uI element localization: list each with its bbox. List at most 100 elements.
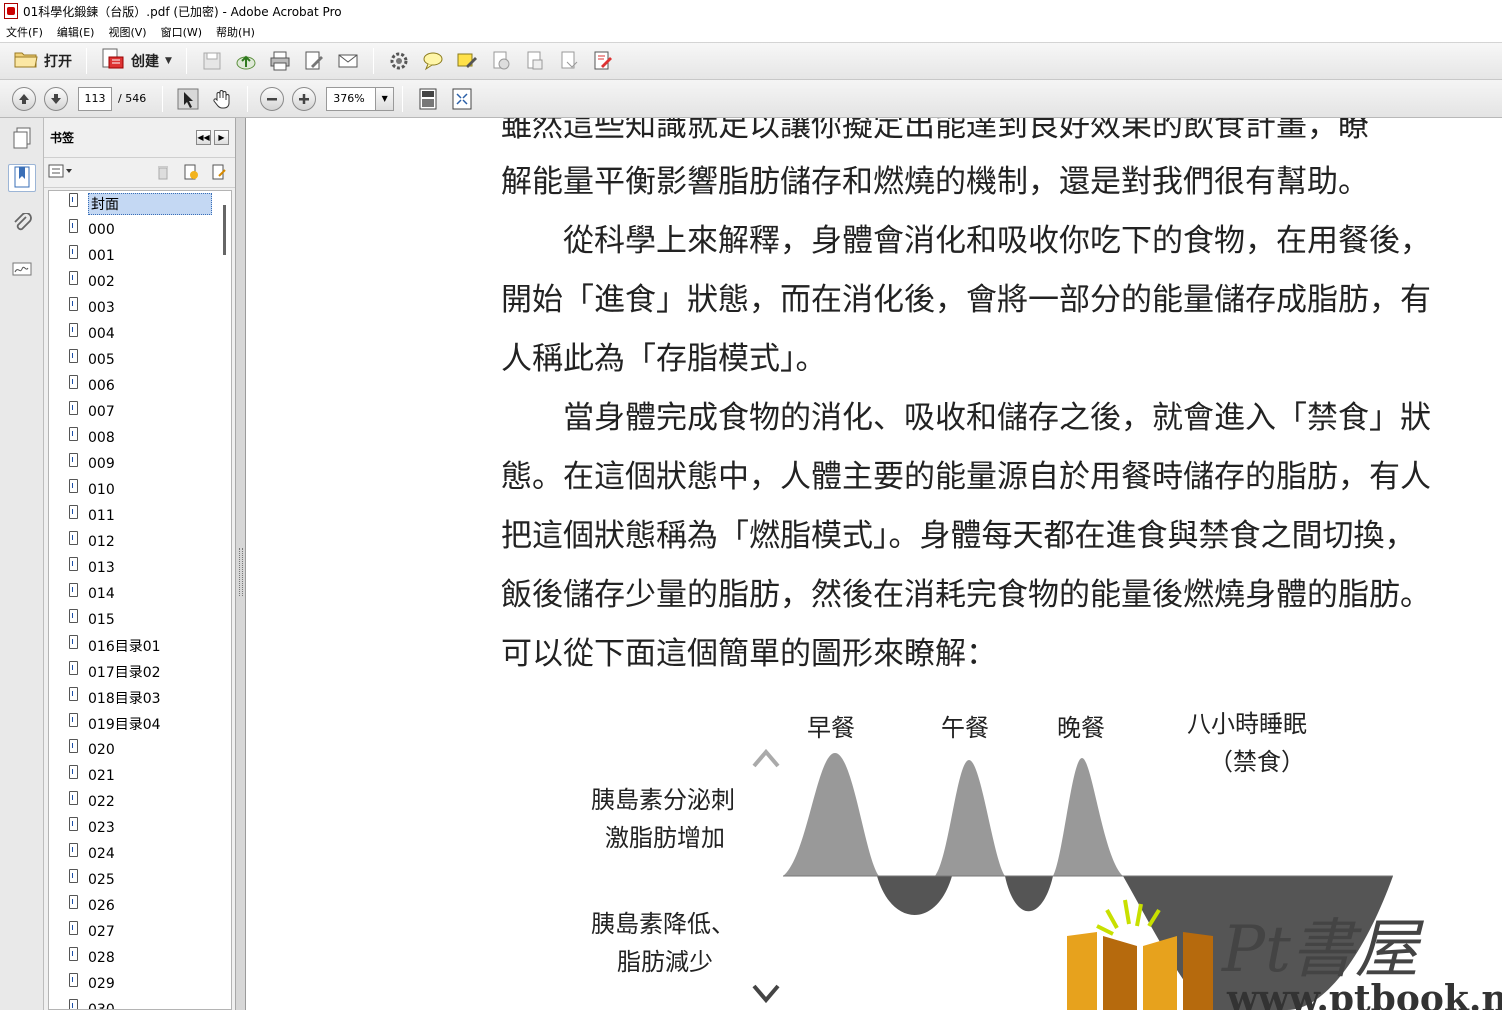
review-icon[interactable]	[592, 50, 614, 72]
bookmark-item[interactable]: 003	[49, 295, 231, 321]
bookmark-icon	[69, 895, 78, 909]
bookmark-item[interactable]: 001	[49, 243, 231, 269]
highlight-icon[interactable]	[456, 50, 478, 72]
zoom-out-button[interactable]	[260, 86, 285, 111]
expand-panel-button[interactable]: ▶	[214, 130, 229, 145]
tree-scrollbar[interactable]	[219, 191, 231, 1009]
bookmark-icon	[69, 609, 78, 623]
bookmark-item[interactable]: 016目录01	[49, 633, 231, 659]
bookmark-item[interactable]: 013	[49, 555, 231, 581]
bookmark-item[interactable]: 020	[49, 737, 231, 763]
menu-file[interactable]: 文件(F)	[6, 24, 43, 40]
bookmark-item[interactable]: 015	[49, 607, 231, 633]
options-menu-button[interactable]	[48, 163, 74, 182]
save-icon[interactable]	[201, 50, 223, 72]
select-tool-icon[interactable]	[177, 88, 199, 110]
plus-icon	[299, 93, 310, 104]
bookmark-icon	[69, 817, 78, 831]
zoom-in-button[interactable]	[292, 86, 317, 111]
menu-window[interactable]: 窗口(W)	[161, 24, 202, 40]
sign-icon[interactable]	[524, 50, 546, 72]
forms-icon[interactable]	[558, 50, 580, 72]
bookmark-item[interactable]: 025	[49, 867, 231, 893]
bookmark-item[interactable]: 023	[49, 815, 231, 841]
upload-cloud-icon[interactable]	[235, 50, 257, 72]
arrow-up-icon	[19, 93, 29, 104]
splitter-grip[interactable]	[239, 548, 243, 596]
bookmark-icon	[69, 921, 78, 935]
create-label: 创建	[131, 54, 159, 70]
bookmark-item[interactable]: 029	[49, 971, 231, 997]
comment-icon[interactable]	[422, 50, 444, 72]
zoom-level-input[interactable]: 376%	[326, 86, 377, 111]
lunch-peak	[935, 760, 1005, 876]
next-page-button[interactable]	[44, 86, 68, 111]
bookmark-item[interactable]: 027	[49, 919, 231, 945]
signatures-icon[interactable]	[8, 254, 36, 282]
bookmark-item[interactable]: 004	[49, 321, 231, 347]
options-icon	[48, 164, 72, 178]
minus-icon	[267, 97, 278, 100]
bookmark-item[interactable]: 011	[49, 503, 231, 529]
bookmark-item[interactable]: 019目录04	[49, 711, 231, 737]
bookmark-icon	[69, 869, 78, 883]
insulin-down-label-1: 胰島素降低、	[591, 910, 735, 938]
bookmark-item[interactable]: 030	[49, 997, 231, 1009]
main-toolbar: 打开 创建 ▼	[0, 42, 1502, 80]
bookmark-label: 026	[88, 898, 115, 914]
bookmark-item[interactable]: 021	[49, 763, 231, 789]
bookmark-item[interactable]: 024	[49, 841, 231, 867]
bookmark-item[interactable]: 010	[49, 477, 231, 503]
collapse-panel-button[interactable]: ◀◀	[196, 130, 211, 145]
bookmark-item[interactable]: 封面	[49, 191, 231, 217]
menu-edit[interactable]: 编辑(E)	[57, 24, 95, 40]
insulin-up-label-2: 激脂肪增加	[605, 824, 725, 852]
bookmark-item[interactable]: 012	[49, 529, 231, 555]
bookmark-item[interactable]: 014	[49, 581, 231, 607]
bookmark-label: 022	[88, 794, 115, 810]
bookmark-item[interactable]: 002	[49, 269, 231, 295]
secure-icon[interactable]	[490, 50, 512, 72]
new-bookmark-icon[interactable]	[183, 164, 199, 183]
menu-help[interactable]: 帮助(H)	[216, 24, 255, 40]
bookmark-item[interactable]: 026	[49, 893, 231, 919]
bookmark-item[interactable]: 009	[49, 451, 231, 477]
create-button[interactable]: 创建 ▼	[95, 46, 178, 76]
zoom-dropdown-button[interactable]: ▼	[376, 86, 395, 111]
delete-bookmark-icon[interactable]	[155, 164, 171, 183]
bookmark-item[interactable]: 018目录03	[49, 685, 231, 711]
menu-bar: 文件(F) 编辑(E) 视图(V) 窗口(W) 帮助(H)	[0, 22, 1502, 42]
bookmark-item[interactable]: 007	[49, 399, 231, 425]
open-button[interactable]: 打开	[8, 46, 78, 76]
gear-icon[interactable]	[388, 50, 410, 72]
hand-tool-icon[interactable]	[211, 88, 233, 110]
fit-width-icon[interactable]	[451, 88, 473, 110]
attachments-icon[interactable]	[8, 210, 36, 238]
email-icon[interactable]	[337, 50, 359, 72]
bookmark-item[interactable]: 017目录02	[49, 659, 231, 685]
menu-view[interactable]: 视图(V)	[108, 24, 146, 40]
page-thumbnails-icon[interactable]	[8, 124, 36, 152]
bookmark-item[interactable]: 028	[49, 945, 231, 971]
bookmarks-icon[interactable]	[8, 164, 36, 192]
bookmark-item[interactable]: 022	[49, 789, 231, 815]
bookmark-icon	[69, 999, 78, 1009]
edit-document-icon[interactable]	[303, 50, 325, 72]
bookmark-label: 018目录03	[88, 691, 161, 707]
bookmark-item[interactable]: 008	[49, 425, 231, 451]
create-pdf-icon	[101, 48, 125, 74]
bookmark-properties-icon[interactable]	[211, 164, 227, 183]
bookmark-item[interactable]: 005	[49, 347, 231, 373]
fit-page-icon[interactable]	[417, 88, 439, 110]
title-bar: 01科學化鍛鍊（台版）.pdf (已加密) - Adobe Acrobat Pr…	[0, 0, 1502, 22]
panel-splitter[interactable]	[236, 118, 246, 1010]
bookmark-item[interactable]: 006	[49, 373, 231, 399]
scrollbar-thumb[interactable]	[223, 205, 226, 255]
bookmark-item[interactable]: 000	[49, 217, 231, 243]
print-icon[interactable]	[269, 50, 291, 72]
previous-page-button[interactable]	[12, 86, 36, 111]
page-number-input[interactable]: 113	[78, 86, 112, 111]
chevron-right-icon: ▶	[218, 133, 225, 142]
bookmark-label: 002	[88, 274, 115, 290]
lunch-trough	[1005, 876, 1053, 912]
